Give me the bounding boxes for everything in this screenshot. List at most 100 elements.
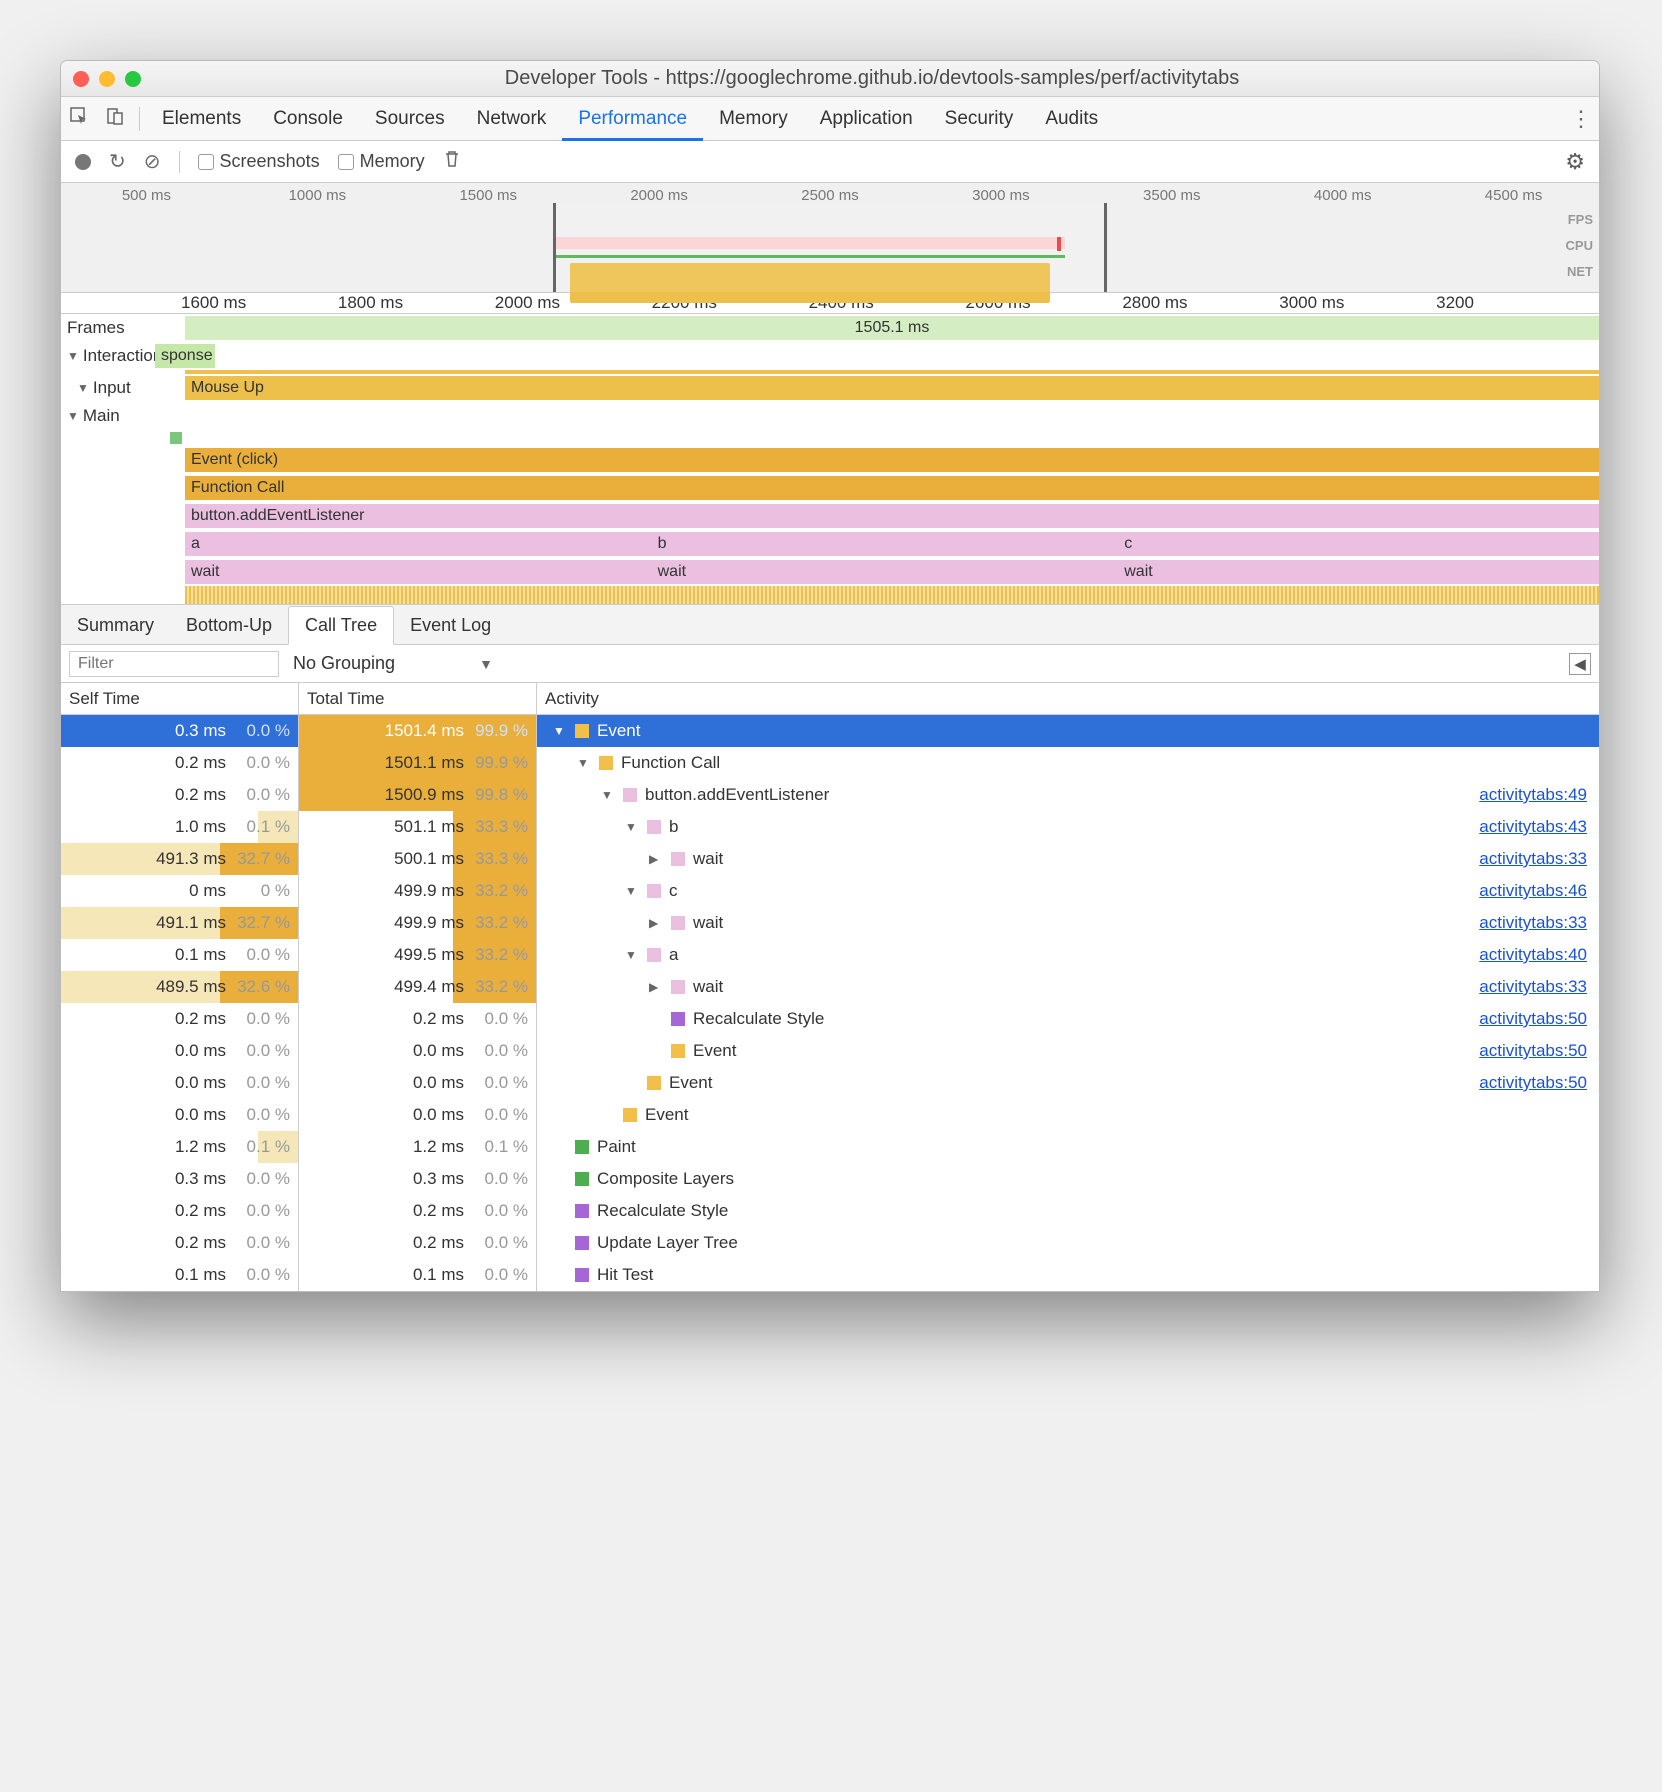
tree-row[interactable]: 491.1 ms32.7 %499.9 ms33.2 %▶waitactivit… [61, 907, 1599, 939]
tab-performance[interactable]: Performance [562, 97, 703, 141]
tree-row[interactable]: 0.2 ms0.0 %1500.9 ms99.8 %▼button.addEve… [61, 779, 1599, 811]
disclosure-icon[interactable]: ▼ [577, 756, 591, 770]
close-icon[interactable] [73, 71, 89, 87]
disclosure-icon[interactable]: ▼ [625, 948, 639, 962]
detail-tab-event-log[interactable]: Event Log [394, 607, 507, 644]
activity-swatch-icon [647, 820, 661, 834]
detail-tab-call-tree[interactable]: Call Tree [288, 606, 394, 645]
tree-header: Self Time Total Time Activity [61, 683, 1599, 715]
tree-row[interactable]: 491.3 ms32.7 %500.1 ms33.3 %▶waitactivit… [61, 843, 1599, 875]
tree-row[interactable]: 489.5 ms32.6 %499.4 ms33.2 %▶waitactivit… [61, 971, 1599, 1003]
tree-row[interactable]: 0.1 ms0.0 %0.1 ms0.0 %Hit Test [61, 1259, 1599, 1291]
activity-swatch-icon [647, 948, 661, 962]
activity-name: a [669, 945, 678, 965]
tab-network[interactable]: Network [461, 97, 563, 141]
main-label[interactable]: ▼Main [61, 402, 185, 430]
disclosure-icon[interactable]: ▶ [649, 852, 663, 866]
overview-minimap[interactable]: 500 ms1000 ms1500 ms2000 ms2500 ms3000 m… [61, 183, 1599, 293]
source-link[interactable]: activitytabs:50 [1479, 1009, 1587, 1029]
tab-application[interactable]: Application [804, 97, 929, 141]
grouping-select[interactable]: No Grouping [293, 653, 395, 674]
activity-swatch-icon [671, 980, 685, 994]
memory-checkbox[interactable]: Memory [338, 151, 425, 172]
tab-elements[interactable]: Elements [146, 97, 257, 141]
flame-a[interactable]: a [185, 532, 652, 556]
tree-row[interactable]: 0.3 ms0.0 %0.3 ms0.0 %Composite Layers [61, 1163, 1599, 1195]
filter-input[interactable] [69, 651, 279, 677]
source-link[interactable]: activitytabs:33 [1479, 913, 1587, 933]
input-bar[interactable]: Mouse Up [185, 376, 1599, 400]
tree-row[interactable]: 0.2 ms0.0 %0.2 ms0.0 %Recalculate Stylea… [61, 1003, 1599, 1035]
main-tabbar: ElementsConsoleSourcesNetworkPerformance… [61, 97, 1599, 141]
source-link[interactable]: activitytabs:33 [1479, 977, 1587, 997]
flame-bar[interactable]: button.addEventListener [185, 504, 1599, 528]
tree-row[interactable]: 0.1 ms0.0 %499.5 ms33.2 %▼aactivitytabs:… [61, 939, 1599, 971]
disclosure-icon[interactable]: ▶ [649, 980, 663, 994]
kebab-menu-icon[interactable]: ⋮ [1563, 106, 1599, 132]
chevron-down-icon[interactable]: ▼ [479, 656, 493, 672]
activity-name: Paint [597, 1137, 636, 1157]
maximize-icon[interactable] [125, 71, 141, 87]
col-activity[interactable]: Activity [537, 683, 1599, 714]
show-heaviest-stack-icon[interactable]: ◀ [1569, 653, 1591, 675]
flame-c[interactable]: c [1118, 532, 1599, 556]
tree-row[interactable]: 0.0 ms0.0 %0.0 ms0.0 %Eventactivitytabs:… [61, 1035, 1599, 1067]
tree-row[interactable]: 0.2 ms0.0 %1501.1 ms99.9 %▼Function Call [61, 747, 1599, 779]
screenshots-checkbox[interactable]: Screenshots [198, 151, 320, 172]
source-link[interactable]: activitytabs:49 [1479, 785, 1587, 805]
inspect-icon[interactable] [61, 106, 97, 132]
source-link[interactable]: activitytabs:50 [1479, 1041, 1587, 1061]
flame-microtasks [185, 586, 1599, 604]
tree-row[interactable]: 1.0 ms0.1 %501.1 ms33.3 %▼bactivitytabs:… [61, 811, 1599, 843]
traffic-lights [73, 71, 141, 87]
tree-row[interactable]: 0.0 ms0.0 %0.0 ms0.0 %Event [61, 1099, 1599, 1131]
minimize-icon[interactable] [99, 71, 115, 87]
tree-row[interactable]: 0.0 ms0.0 %0.0 ms0.0 %Eventactivitytabs:… [61, 1067, 1599, 1099]
activity-swatch-icon [575, 1172, 589, 1186]
disclosure-icon[interactable]: ▼ [625, 884, 639, 898]
flame-wait[interactable]: wait [652, 560, 1119, 584]
tree-row[interactable]: 1.2 ms0.1 %1.2 ms0.1 %Paint [61, 1131, 1599, 1163]
source-link[interactable]: activitytabs:50 [1479, 1073, 1587, 1093]
activity-swatch-icon [671, 1044, 685, 1058]
device-toggle-icon[interactable] [97, 106, 133, 132]
tree-row[interactable]: 0.3 ms0.0 %1501.4 ms99.9 %▼Event [61, 715, 1599, 747]
input-label[interactable]: ▼Input [61, 374, 185, 402]
frame-bar[interactable]: 1505.1 ms [185, 316, 1599, 340]
source-link[interactable]: activitytabs:33 [1479, 849, 1587, 869]
detail-tab-summary[interactable]: Summary [61, 607, 170, 644]
source-link[interactable]: activitytabs:43 [1479, 817, 1587, 837]
col-self-time[interactable]: Self Time [61, 683, 299, 714]
flame-wait[interactable]: wait [185, 560, 652, 584]
col-total-time[interactable]: Total Time [299, 683, 537, 714]
settings-gear-icon[interactable]: ⚙ [1565, 149, 1585, 175]
activity-swatch-icon [623, 788, 637, 802]
disclosure-icon[interactable]: ▶ [649, 916, 663, 930]
tree-row[interactable]: 0.2 ms0.0 %0.2 ms0.0 %Update Layer Tree [61, 1227, 1599, 1259]
disclosure-icon[interactable]: ▼ [601, 788, 615, 802]
tree-row[interactable]: 0 ms0 %499.9 ms33.2 %▼cactivitytabs:46 [61, 875, 1599, 907]
record-button[interactable] [75, 154, 91, 170]
overview-selection[interactable] [553, 203, 1107, 292]
source-link[interactable]: activitytabs:40 [1479, 945, 1587, 965]
tree-row[interactable]: 0.2 ms0.0 %0.2 ms0.0 %Recalculate Style [61, 1195, 1599, 1227]
disclosure-icon[interactable]: ▼ [625, 820, 639, 834]
source-link[interactable]: activitytabs:46 [1479, 881, 1587, 901]
tab-memory[interactable]: Memory [703, 97, 804, 141]
flame-bar[interactable]: Function Call [185, 476, 1599, 500]
trash-icon[interactable] [443, 150, 461, 174]
flame-wait[interactable]: wait [1118, 560, 1599, 584]
flame-bar[interactable]: Event (click) [185, 448, 1599, 472]
detail-tab-bottom-up[interactable]: Bottom-Up [170, 607, 288, 644]
tab-sources[interactable]: Sources [359, 97, 461, 141]
clear-icon[interactable]: ⊘ [144, 149, 161, 174]
tab-security[interactable]: Security [929, 97, 1030, 141]
separator [179, 151, 180, 173]
tab-console[interactable]: Console [257, 97, 359, 141]
tab-audits[interactable]: Audits [1029, 97, 1114, 141]
reload-icon[interactable]: ↻ [109, 149, 126, 174]
disclosure-icon[interactable]: ▼ [553, 724, 567, 738]
activity-name: button.addEventListener [645, 785, 829, 805]
flame-chart[interactable]: Frames 1505.1 ms ▼Interactions sponse ▼I… [61, 314, 1599, 605]
flame-b[interactable]: b [652, 532, 1119, 556]
